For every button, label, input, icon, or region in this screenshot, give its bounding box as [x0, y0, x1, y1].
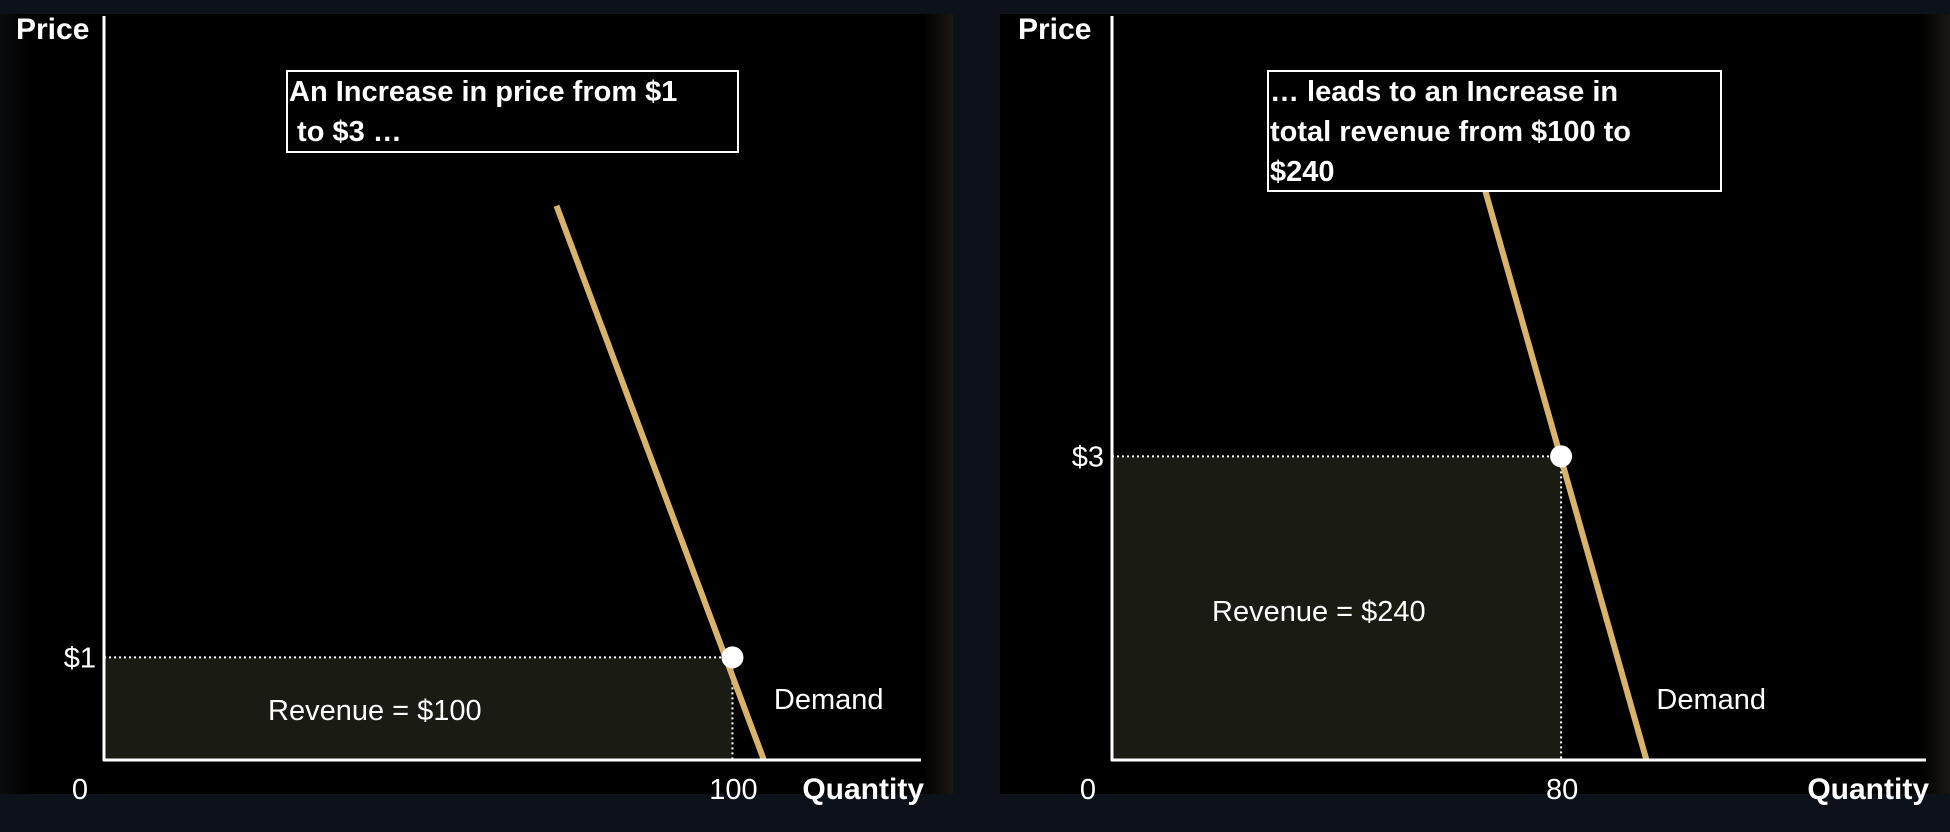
right-chart-y-axis-title: Price	[1018, 13, 1091, 46]
charts-canvas: An Increase in price from $1 to $3 … Pric…	[16, 13, 1929, 806]
right-chart-equilibrium-point	[1550, 445, 1573, 468]
left-chart-equilibrium-point	[721, 646, 744, 669]
right-chart-quantity-tick-label: 80	[1546, 774, 1578, 806]
left-chart-annotation-line: to $3 …	[289, 116, 402, 148]
left-chart-price-tick-label: $1	[64, 642, 96, 674]
left-chart-revenue-label: Revenue = $100	[268, 695, 482, 727]
right-chart-origin-label: 0	[1080, 774, 1096, 806]
left-chart-demand-label: Demand	[774, 684, 884, 716]
slide: An Increase in price from $1 to $3 … Pric…	[0, 0, 1950, 832]
right-chart-demand-label: Demand	[1656, 684, 1766, 716]
right-chart-x-axis-title: Quantity	[1807, 773, 1929, 806]
left-chart-y-axis-title: Price	[16, 13, 89, 46]
left-chart-annotation-line: An Increase in price from $1	[289, 76, 677, 108]
right-chart-annotation-line: total revenue from $100 to	[1270, 116, 1631, 148]
right-chart-revenue-label: Revenue = $240	[1212, 596, 1426, 628]
right-chart-price-tick-label: $3	[1072, 441, 1104, 473]
left-chart-quantity-tick-label: 100	[709, 774, 757, 806]
right-chart-annotation-line: … leads to an Increase in	[1270, 76, 1618, 108]
left-chart-x-axis-title: Quantity	[802, 773, 924, 806]
left-chart-origin-label: 0	[72, 774, 88, 806]
right-chart-annotation-line: $240	[1270, 156, 1335, 188]
